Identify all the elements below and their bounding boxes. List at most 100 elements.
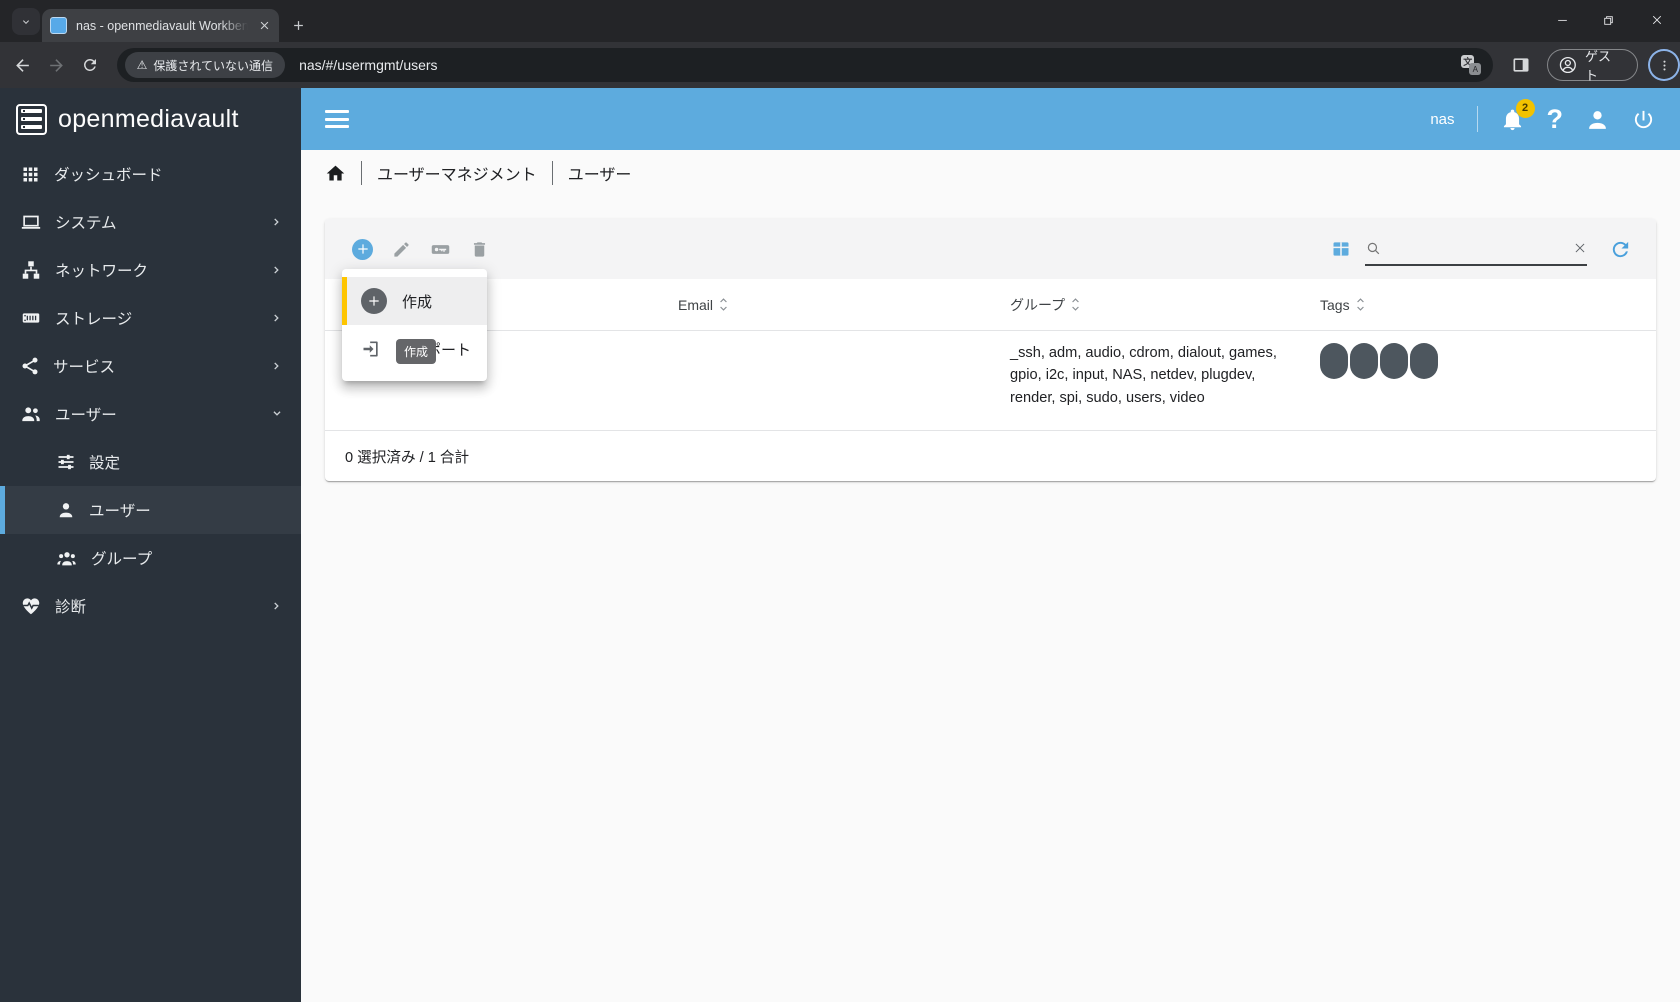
sidebar-item-dashboard[interactable]: ダッシュボード [0, 150, 301, 198]
sort-icon [1072, 298, 1080, 311]
breadcrumb-separator [361, 161, 362, 185]
users-icon [22, 407, 40, 422]
column-settings-button[interactable] [1331, 239, 1351, 259]
sidebar-item-network[interactable]: ネットワーク [0, 246, 301, 294]
warning-icon: ⚠ [136, 58, 148, 72]
delete-button[interactable] [470, 240, 489, 259]
refresh-button[interactable] [1609, 238, 1632, 261]
new-tab-button[interactable] [284, 11, 312, 39]
chevron-right-icon [274, 602, 279, 610]
url-bar[interactable]: ⚠ 保護されていない通信 nas/#/usermgmt/users 文A [116, 48, 1494, 82]
create-button[interactable] [352, 238, 373, 260]
security-chip[interactable]: ⚠ 保護されていない通信 [124, 52, 286, 78]
tag-pill[interactable] [1380, 343, 1408, 379]
chevron-right-icon [274, 266, 279, 274]
sidebar-item-label: 設定 [89, 455, 121, 472]
sidebar-item-system[interactable]: システム [0, 198, 301, 246]
sidebar: openmediavault ダッシュボード システム ネットワーク ストレージ [0, 88, 301, 1002]
tag-pill[interactable] [1410, 343, 1438, 379]
refresh-icon [1612, 241, 1629, 257]
window-minimize-button[interactable] [1539, 0, 1585, 40]
dots-vertical-icon [1663, 60, 1666, 70]
help-button[interactable]: ? [1547, 105, 1564, 133]
split-screen-icon[interactable] [1511, 55, 1531, 75]
sidebar-item-storage[interactable]: ストレージ [0, 294, 301, 342]
table-row[interactable]: _ssh, adm, audio, cdrom, dialout, games,… [325, 331, 1656, 431]
tab-search-button[interactable] [12, 8, 40, 35]
window-close-button[interactable] [1634, 0, 1680, 40]
search-input[interactable] [1388, 239, 1567, 257]
arrow-forward-icon [49, 58, 63, 72]
apps-grid-icon [23, 167, 38, 181]
tag-pill[interactable] [1320, 343, 1348, 379]
column-header-label: グループ [1010, 296, 1066, 313]
tab-title: nas - openmediavault Workbench [76, 18, 248, 33]
home-icon[interactable] [325, 163, 346, 184]
sidebar-item-users-sub[interactable]: ユーザー [0, 486, 301, 534]
change-password-button[interactable] [430, 239, 451, 260]
user-menu-button[interactable] [1585, 107, 1610, 132]
logout-button[interactable] [1632, 108, 1655, 131]
breadcrumb-level2: ユーザー [567, 167, 632, 184]
back-button[interactable] [6, 48, 40, 82]
clear-search-icon[interactable] [1573, 241, 1587, 255]
browser-tab[interactable]: nas - openmediavault Workbench [42, 9, 279, 42]
titlebar: nas - openmediavault Workbench [0, 0, 1680, 42]
tag-pill[interactable] [1350, 343, 1378, 379]
search-icon [1367, 242, 1380, 254]
chevron-down-icon [23, 19, 29, 24]
table-header-row: Email グループ Tags [325, 279, 1656, 331]
tab-close-icon[interactable] [258, 19, 271, 32]
column-header-email[interactable]: Email [678, 297, 1010, 313]
column-header-tags[interactable]: Tags [1320, 297, 1656, 313]
column-header-label: Email [678, 296, 714, 313]
reload-button[interactable] [73, 48, 107, 82]
close-icon [1652, 15, 1662, 25]
column-header-groups[interactable]: グループ [1010, 295, 1320, 315]
profile-avatar-icon [1560, 56, 1577, 74]
window-restore-button[interactable] [1585, 0, 1631, 40]
forward-button[interactable] [40, 48, 74, 82]
laptop-icon [21, 215, 41, 229]
chevron-down-icon [273, 411, 281, 416]
share-icon [22, 357, 38, 375]
sidebar-item-label: ユーザー [55, 407, 117, 424]
network-icon [22, 261, 40, 279]
sidebar-nav: ダッシュボード システム ネットワーク ストレージ サービス ユーザー 設定 ユ… [0, 150, 301, 630]
minimize-icon [1557, 19, 1567, 21]
hamburger-menu-button[interactable] [325, 110, 349, 128]
sidebar-item-label: サービス [53, 359, 116, 376]
active-item-indicator [342, 277, 347, 325]
sidebar-item-services[interactable]: サービス [0, 342, 301, 390]
edit-button[interactable] [392, 240, 411, 259]
address-bar-row: ⚠ 保護されていない通信 nas/#/usermgmt/users 文A ゲスト [0, 42, 1680, 88]
restore-icon [1603, 15, 1613, 25]
menu-item-create[interactable]: 作成 [342, 277, 487, 325]
sidebar-item-label: ネットワーク [55, 263, 149, 280]
power-icon [1634, 110, 1653, 128]
sort-icon [720, 298, 727, 311]
person-icon [1589, 110, 1606, 129]
sidebar-item-users[interactable]: ユーザー [0, 390, 301, 438]
sort-icon [1356, 298, 1364, 311]
breadcrumb-level1: ユーザーマネジメント [377, 167, 537, 184]
column-header-label: Tags [1320, 296, 1350, 313]
sidebar-item-diagnostics[interactable]: 診断 [0, 582, 301, 630]
translate-icon[interactable]: 文A [1461, 55, 1482, 75]
pencil-icon [394, 241, 409, 257]
sidebar-item-groups[interactable]: グループ [0, 534, 301, 582]
notifications-button[interactable]: 2 [1500, 98, 1535, 132]
sidebar-item-settings[interactable]: 設定 [0, 438, 301, 486]
security-chip-label: 保護されていない通信 [153, 58, 274, 73]
profile-button[interactable]: ゲスト [1547, 49, 1639, 83]
plus-icon [357, 244, 368, 254]
sidebar-item-label: ストレージ [55, 311, 133, 328]
screen: nas - openmediavault Workbench ⚠ 保護されていな… [0, 0, 1680, 1002]
import-icon [361, 339, 381, 359]
plus-icon [293, 20, 303, 30]
chevron-right-icon [274, 314, 279, 322]
browser-menu-button[interactable] [1648, 49, 1680, 81]
hostname-label: nas [1430, 110, 1455, 128]
create-dropdown-menu: 作成 インポート [342, 269, 487, 381]
table-footer: 0 選択済み / 1 合計 [325, 431, 1656, 482]
